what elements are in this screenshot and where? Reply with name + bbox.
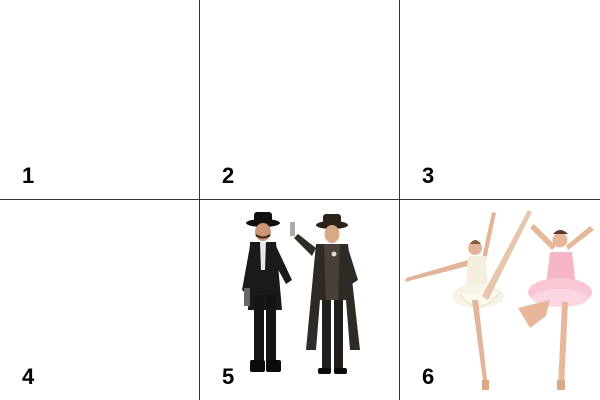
ballerina-left — [405, 210, 532, 390]
grid-cell-2[interactable]: 2 — [200, 0, 400, 200]
cowboy-left — [242, 212, 292, 372]
cell-number: 5 — [222, 364, 235, 389]
cowboy-right — [290, 214, 360, 374]
grid-cell-4[interactable]: 4 — [0, 200, 200, 400]
cell-number: 6 — [422, 364, 435, 389]
grid-cell-5[interactable]: 5 — [200, 200, 400, 400]
ballerina-right — [518, 224, 594, 390]
cell-number: 3 — [422, 163, 435, 188]
cell-number: 2 — [222, 163, 235, 188]
cell-number: 1 — [22, 163, 35, 188]
cell-number: 4 — [22, 364, 35, 389]
grid-cell-6[interactable]: 6 — [400, 200, 600, 400]
grid-cell-3[interactable]: 3 — [400, 0, 600, 200]
image-selection-grid: 1 2 3 4 5 6 — [0, 0, 600, 400]
grid-cell-1[interactable]: 1 — [0, 0, 200, 200]
